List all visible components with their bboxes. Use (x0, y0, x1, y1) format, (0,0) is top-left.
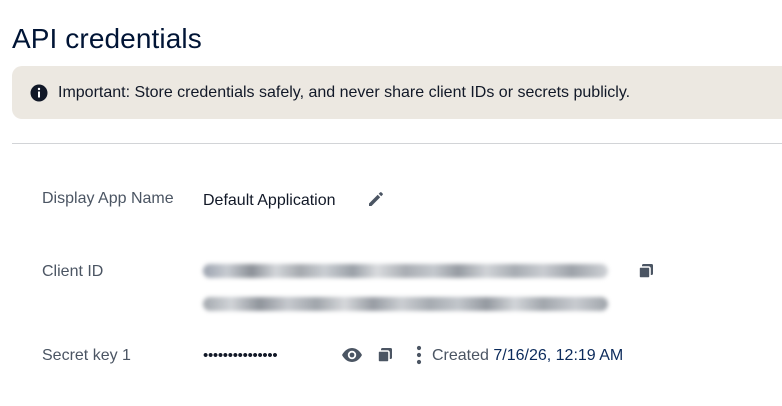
client-id-value-redacted-line-1 (203, 264, 608, 278)
display-app-name-label: Display App Name (42, 190, 174, 207)
section-divider (12, 143, 782, 144)
copy-icon (637, 262, 655, 280)
pencil-icon (367, 190, 385, 208)
created-label: Created (432, 347, 489, 364)
display-app-name-value: Default Application (203, 192, 336, 209)
copy-client-id-button[interactable] (636, 261, 656, 281)
secret-key-masked-value: ••••••••••••••• (203, 347, 278, 364)
more-vertical-icon (416, 345, 422, 365)
reveal-secret-button[interactable] (340, 344, 364, 366)
info-icon (30, 84, 48, 102)
secret-created-info: Created 7/16/26, 12:19 AM (432, 344, 623, 367)
client-id-label: Client ID (42, 263, 104, 280)
secret-more-options-button[interactable] (412, 344, 426, 366)
eye-icon (341, 347, 363, 363)
page-title: API credentials (12, 23, 202, 54)
created-timestamp: 7/16/26, 12:19 AM (493, 347, 624, 364)
important-notice-banner: Important: Store credentials safely, and… (12, 66, 782, 119)
secret-key-label: Secret key 1 (42, 347, 131, 364)
client-id-value-redacted-line-2 (203, 297, 608, 311)
edit-app-name-button[interactable] (366, 189, 386, 209)
copy-icon (376, 346, 394, 364)
copy-secret-button[interactable] (375, 345, 395, 365)
notice-text: Important: Store credentials safely, and… (58, 83, 631, 101)
